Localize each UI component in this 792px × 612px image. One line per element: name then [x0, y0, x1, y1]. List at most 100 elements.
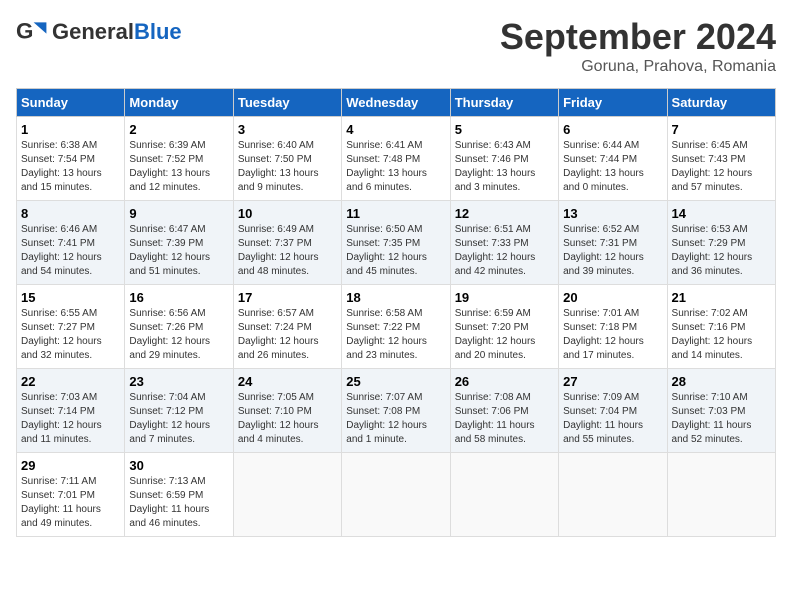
day-number: 5: [455, 122, 554, 137]
day-info: Sunrise: 7:05 AM Sunset: 7:10 PM Dayligh…: [238, 391, 337, 447]
day-info: Sunrise: 6:43 AM Sunset: 7:46 PM Dayligh…: [455, 139, 554, 195]
calendar-cell: 6 Sunrise: 6:44 AM Sunset: 7:44 PM Daylig…: [559, 117, 667, 201]
day-number: 30: [129, 458, 228, 473]
day-info: Sunrise: 6:57 AM Sunset: 7:24 PM Dayligh…: [238, 307, 337, 363]
day-number: 22: [21, 374, 120, 389]
calendar-cell: [559, 453, 667, 537]
calendar-cell: 26 Sunrise: 7:08 AM Sunset: 7:06 PM Dayli…: [450, 369, 558, 453]
day-number: 6: [563, 122, 662, 137]
day-number: 17: [238, 290, 337, 305]
day-info: Sunrise: 6:56 AM Sunset: 7:26 PM Dayligh…: [129, 307, 228, 363]
calendar-week-row: 15 Sunrise: 6:55 AM Sunset: 7:27 PM Dayli…: [17, 285, 776, 369]
day-info: Sunrise: 7:02 AM Sunset: 7:16 PM Dayligh…: [672, 307, 771, 363]
calendar-cell: 5 Sunrise: 6:43 AM Sunset: 7:46 PM Daylig…: [450, 117, 558, 201]
day-info: Sunrise: 6:50 AM Sunset: 7:35 PM Dayligh…: [346, 223, 445, 279]
calendar-cell: 30 Sunrise: 7:13 AM Sunset: 6:59 PM Dayli…: [125, 453, 233, 537]
calendar-cell: 29 Sunrise: 7:11 AM Sunset: 7:01 PM Dayli…: [17, 453, 125, 537]
day-info: Sunrise: 7:04 AM Sunset: 7:12 PM Dayligh…: [129, 391, 228, 447]
calendar-cell: 8Sunrise: 6:46 AM Sunset: 7:41 PM Daylig…: [17, 201, 125, 285]
day-info: Sunrise: 6:41 AM Sunset: 7:48 PM Dayligh…: [346, 139, 445, 195]
day-info: Sunrise: 6:39 AM Sunset: 7:52 PM Dayligh…: [129, 139, 228, 195]
day-number: 9: [129, 206, 228, 221]
day-number: 16: [129, 290, 228, 305]
logo-blue-text: Blue: [134, 19, 182, 44]
day-number: 12: [455, 206, 554, 221]
day-number: 21: [672, 290, 771, 305]
day-info: Sunrise: 6:53 AM Sunset: 7:29 PM Dayligh…: [672, 223, 771, 279]
day-number: 20: [563, 290, 662, 305]
day-number: 11: [346, 206, 445, 221]
calendar-week-row: 22 Sunrise: 7:03 AM Sunset: 7:14 PM Dayli…: [17, 369, 776, 453]
day-number: 27: [563, 374, 662, 389]
day-info: Sunrise: 7:01 AM Sunset: 7:18 PM Dayligh…: [563, 307, 662, 363]
day-number: 4: [346, 122, 445, 137]
calendar-cell: 12 Sunrise: 6:51 AM Sunset: 7:33 PM Dayli…: [450, 201, 558, 285]
calendar-cell: 14 Sunrise: 6:53 AM Sunset: 7:29 PM Dayli…: [667, 201, 775, 285]
day-number: 2: [129, 122, 228, 137]
calendar-cell: 17 Sunrise: 6:57 AM Sunset: 7:24 PM Dayli…: [233, 285, 341, 369]
day-number: 14: [672, 206, 771, 221]
day-number: 7: [672, 122, 771, 137]
svg-text:G: G: [16, 18, 33, 43]
calendar-cell: 4 Sunrise: 6:41 AM Sunset: 7:48 PM Daylig…: [342, 117, 450, 201]
weekday-header-sunday: Sunday: [17, 89, 125, 117]
day-number: 19: [455, 290, 554, 305]
weekday-header-wednesday: Wednesday: [342, 89, 450, 117]
day-number: 24: [238, 374, 337, 389]
logo-general-text: General: [52, 19, 134, 44]
calendar-cell: 10 Sunrise: 6:49 AM Sunset: 7:37 PM Dayli…: [233, 201, 341, 285]
day-info: Sunrise: 6:45 AM Sunset: 7:43 PM Dayligh…: [672, 139, 771, 195]
calendar-cell: 25 Sunrise: 7:07 AM Sunset: 7:08 PM Dayli…: [342, 369, 450, 453]
calendar-cell: [667, 453, 775, 537]
day-number: 10: [238, 206, 337, 221]
logo-icon: G: [16, 16, 48, 48]
calendar-cell: [450, 453, 558, 537]
calendar-cell: 1Sunrise: 6:38 AM Sunset: 7:54 PM Daylig…: [17, 117, 125, 201]
weekday-header-friday: Friday: [559, 89, 667, 117]
calendar-cell: 28 Sunrise: 7:10 AM Sunset: 7:03 PM Dayli…: [667, 369, 775, 453]
day-number: 29: [21, 458, 120, 473]
day-info: Sunrise: 7:07 AM Sunset: 7:08 PM Dayligh…: [346, 391, 445, 447]
calendar-cell: 15 Sunrise: 6:55 AM Sunset: 7:27 PM Dayli…: [17, 285, 125, 369]
calendar-cell: 2 Sunrise: 6:39 AM Sunset: 7:52 PM Daylig…: [125, 117, 233, 201]
calendar-table: SundayMondayTuesdayWednesdayThursdayFrid…: [16, 88, 776, 537]
calendar-cell: 21 Sunrise: 7:02 AM Sunset: 7:16 PM Dayli…: [667, 285, 775, 369]
day-info: Sunrise: 6:51 AM Sunset: 7:33 PM Dayligh…: [455, 223, 554, 279]
day-number: 13: [563, 206, 662, 221]
day-info: Sunrise: 6:40 AM Sunset: 7:50 PM Dayligh…: [238, 139, 337, 195]
day-info: Sunrise: 6:38 AM Sunset: 7:54 PM Dayligh…: [21, 139, 120, 195]
day-number: 25: [346, 374, 445, 389]
calendar-cell: 11 Sunrise: 6:50 AM Sunset: 7:35 PM Dayli…: [342, 201, 450, 285]
day-info: Sunrise: 7:08 AM Sunset: 7:06 PM Dayligh…: [455, 391, 554, 447]
calendar-header: SundayMondayTuesdayWednesdayThursdayFrid…: [17, 89, 776, 117]
weekday-header-thursday: Thursday: [450, 89, 558, 117]
calendar-cell: 13Sunrise: 6:52 AM Sunset: 7:31 PM Dayli…: [559, 201, 667, 285]
calendar-cell: 7 Sunrise: 6:45 AM Sunset: 7:43 PM Daylig…: [667, 117, 775, 201]
calendar-cell: 19Sunrise: 6:59 AM Sunset: 7:20 PM Dayli…: [450, 285, 558, 369]
day-number: 23: [129, 374, 228, 389]
weekday-header-tuesday: Tuesday: [233, 89, 341, 117]
day-info: Sunrise: 6:44 AM Sunset: 7:44 PM Dayligh…: [563, 139, 662, 195]
day-info: Sunrise: 6:46 AM Sunset: 7:41 PM Dayligh…: [21, 223, 120, 279]
calendar-cell: 3Sunrise: 6:40 AM Sunset: 7:50 PM Daylig…: [233, 117, 341, 201]
day-info: Sunrise: 6:58 AM Sunset: 7:22 PM Dayligh…: [346, 307, 445, 363]
calendar-cell: 23 Sunrise: 7:04 AM Sunset: 7:12 PM Dayli…: [125, 369, 233, 453]
title-block: September 2024 Goruna, Prahova, Romania: [500, 16, 776, 76]
day-info: Sunrise: 6:55 AM Sunset: 7:27 PM Dayligh…: [21, 307, 120, 363]
day-info: Sunrise: 6:49 AM Sunset: 7:37 PM Dayligh…: [238, 223, 337, 279]
calendar-week-row: 8Sunrise: 6:46 AM Sunset: 7:41 PM Daylig…: [17, 201, 776, 285]
day-number: 28: [672, 374, 771, 389]
logo: G GeneralBlue: [16, 16, 182, 48]
calendar-week-row: 1Sunrise: 6:38 AM Sunset: 7:54 PM Daylig…: [17, 117, 776, 201]
day-info: Sunrise: 7:10 AM Sunset: 7:03 PM Dayligh…: [672, 391, 771, 447]
day-info: Sunrise: 7:11 AM Sunset: 7:01 PM Dayligh…: [21, 475, 120, 531]
calendar-cell: [342, 453, 450, 537]
day-number: 26: [455, 374, 554, 389]
weekday-header-saturday: Saturday: [667, 89, 775, 117]
calendar-cell: 9Sunrise: 6:47 AM Sunset: 7:39 PM Daylig…: [125, 201, 233, 285]
day-number: 15: [21, 290, 120, 305]
day-info: Sunrise: 7:03 AM Sunset: 7:14 PM Dayligh…: [21, 391, 120, 447]
day-info: Sunrise: 7:13 AM Sunset: 6:59 PM Dayligh…: [129, 475, 228, 531]
location-subtitle: Goruna, Prahova, Romania: [500, 58, 776, 76]
calendar-cell: 16 Sunrise: 6:56 AM Sunset: 7:26 PM Dayli…: [125, 285, 233, 369]
